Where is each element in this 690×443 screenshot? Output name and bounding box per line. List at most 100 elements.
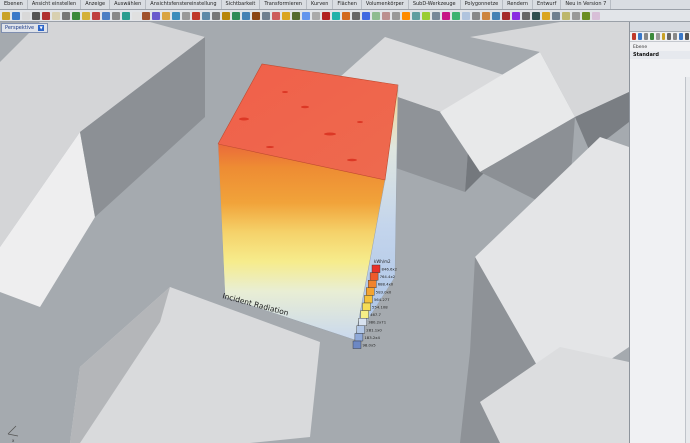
layer-tool-icon[interactable] bbox=[637, 33, 642, 40]
toolbar-tool-icon[interactable] bbox=[72, 11, 80, 20]
toolbar-tool-icon[interactable] bbox=[262, 11, 270, 20]
ribbon-tab[interactable]: Entwurf bbox=[533, 0, 562, 9]
ribbon-tab[interactable]: SubD-Werkzeuge bbox=[409, 0, 461, 9]
toolbar-tool-icon[interactable] bbox=[32, 11, 40, 20]
toolbar-tool-icon[interactable] bbox=[402, 11, 410, 20]
toolbar-tool-icon[interactable] bbox=[332, 11, 340, 20]
toolbar-tool-icon[interactable] bbox=[172, 11, 180, 20]
toolbar-tool-icon[interactable] bbox=[212, 11, 220, 20]
ribbon-tab[interactable]: Rendern bbox=[503, 0, 534, 9]
toolbar-tool-icon[interactable] bbox=[582, 11, 590, 20]
toolbar-tool-icon[interactable] bbox=[52, 11, 60, 20]
toolbar-tool-icon[interactable] bbox=[432, 11, 440, 20]
layer-tool-icon[interactable] bbox=[685, 33, 690, 40]
toolbar-tool-icon[interactable] bbox=[572, 11, 580, 20]
ribbon-tab[interactable]: Anzeige bbox=[81, 0, 111, 9]
toolbar-tool-icon[interactable] bbox=[252, 11, 260, 20]
toolbar-tool-icon[interactable] bbox=[292, 11, 300, 20]
ribbon-tab[interactable]: Neu in Version 7 bbox=[561, 0, 612, 9]
layer-column-label: Ebene bbox=[633, 45, 648, 50]
toolbar-tool-icon[interactable] bbox=[302, 11, 310, 20]
legend-swatch bbox=[364, 295, 373, 304]
layer-tool-icon[interactable] bbox=[649, 33, 654, 40]
toolbar-tool-icon[interactable] bbox=[492, 11, 500, 20]
toolbar-tool-icon[interactable] bbox=[272, 11, 280, 20]
toolbar-tool-icon[interactable] bbox=[372, 11, 380, 20]
ribbon-tab[interactable]: Ansicht einstellen bbox=[28, 0, 82, 9]
toolbar-tool-icon[interactable] bbox=[502, 11, 510, 20]
viewport-scene[interactable]: Incident Radiation kWh/m2846.6x2764.4x26… bbox=[0, 22, 629, 443]
layer-row-standard[interactable]: Standard bbox=[630, 51, 690, 59]
toolbar-tool-icon[interactable] bbox=[12, 11, 20, 20]
toolbar-tool-icon[interactable] bbox=[2, 11, 10, 20]
toolbar-tool-icon[interactable] bbox=[422, 11, 430, 20]
legend-unit: kWh/m2 bbox=[374, 259, 391, 264]
toolbar-tool-icon[interactable] bbox=[412, 11, 420, 20]
layer-tool-icon[interactable] bbox=[673, 33, 678, 40]
toolbar-tool-icon[interactable] bbox=[62, 11, 70, 20]
toolbar-tool-icon[interactable] bbox=[142, 11, 150, 20]
layer-tool-icon[interactable] bbox=[643, 33, 648, 40]
layer-tool-icon[interactable] bbox=[661, 33, 666, 40]
toolbar-tool-icon[interactable] bbox=[532, 11, 540, 20]
layer-tool-icon[interactable] bbox=[679, 33, 684, 40]
toolbar-tool-icon[interactable] bbox=[202, 11, 210, 20]
toolbar-tool-icon[interactable] bbox=[542, 11, 550, 20]
chevron-down-icon[interactable]: ▼ bbox=[38, 25, 45, 31]
toolbar-tool-icon[interactable] bbox=[382, 11, 390, 20]
toolbar-tool-icon[interactable] bbox=[342, 11, 350, 20]
viewport-title[interactable]: Perspektive ▼ bbox=[1, 23, 49, 33]
ribbon-tab[interactable]: Volumenkörper bbox=[362, 0, 409, 9]
legend-swatch bbox=[356, 325, 365, 334]
toolbar-tool-icon[interactable] bbox=[132, 11, 140, 20]
toolbar-tool-icon[interactable] bbox=[552, 11, 560, 20]
toolbar-tool-icon[interactable] bbox=[362, 11, 370, 20]
ribbon-tab[interactable]: Polygonnetze bbox=[461, 0, 504, 9]
toolbar-tool-icon[interactable] bbox=[472, 11, 480, 20]
ribbon-tab[interactable]: Kurven bbox=[307, 0, 334, 9]
layers-panel: Ebene Standard bbox=[629, 22, 690, 443]
ribbon-tab[interactable]: Flächen bbox=[333, 0, 362, 9]
toolbar-tool-icon[interactable] bbox=[522, 11, 530, 20]
toolbar-tool-icon[interactable] bbox=[162, 11, 170, 20]
toolbar-tool-icon[interactable] bbox=[192, 11, 200, 20]
toolbar-tool-icon[interactable] bbox=[312, 11, 320, 20]
ribbon-tab[interactable]: Auswählen bbox=[110, 0, 147, 9]
layer-tool-icon[interactable] bbox=[632, 33, 636, 40]
toolbar-tool-icon[interactable] bbox=[152, 11, 160, 20]
toolbar-tool-icon[interactable] bbox=[242, 11, 250, 20]
toolbar-tool-icon[interactable] bbox=[462, 11, 470, 20]
ribbon-tab[interactable]: Ansichtsfenstereinstellung bbox=[146, 0, 222, 9]
toolbar-tool-icon[interactable] bbox=[282, 11, 290, 20]
layer-tool-icon[interactable] bbox=[667, 33, 672, 40]
toolbar-tool-icon[interactable] bbox=[442, 11, 450, 20]
ribbon-tab[interactable]: Ebenen bbox=[0, 0, 28, 9]
toolbar-tool-icon[interactable] bbox=[122, 11, 130, 20]
legend-swatch bbox=[362, 302, 371, 311]
legend-value: 554.108 bbox=[372, 305, 388, 310]
toolbar-tool-icon[interactable] bbox=[102, 11, 110, 20]
toolbar-tool-icon[interactable] bbox=[482, 11, 490, 20]
ribbon-tab[interactable]: Transformieren bbox=[260, 0, 307, 9]
toolbar-tool-icon[interactable] bbox=[392, 11, 400, 20]
legend-swatch bbox=[366, 287, 375, 296]
ribbon-tab[interactable]: Sichtbarkeit bbox=[222, 0, 261, 9]
toolbar-tool-icon[interactable] bbox=[592, 11, 600, 20]
layer-tool-icon[interactable] bbox=[655, 33, 660, 40]
viewport-perspective[interactable]: Incident Radiation kWh/m2 846.6x2 764.4x2 6… bbox=[0, 22, 629, 443]
toolbar-tool-icon[interactable] bbox=[452, 11, 460, 20]
toolbar-tool-icon[interactable] bbox=[352, 11, 360, 20]
toolbar-tool-icon[interactable] bbox=[22, 11, 30, 20]
toolbar-tool-icon[interactable] bbox=[182, 11, 190, 20]
legend-value: 467.7 bbox=[370, 312, 381, 317]
toolbar-tool-icon[interactable] bbox=[222, 11, 230, 20]
toolbar-tool-icon[interactable] bbox=[562, 11, 570, 20]
toolbar-tool-icon[interactable] bbox=[42, 11, 50, 20]
toolbar-tool-icon[interactable] bbox=[112, 11, 120, 20]
toolbar-tool-icon[interactable] bbox=[232, 11, 240, 20]
toolbar-tool-icon[interactable] bbox=[322, 11, 330, 20]
toolbar-tool-icon[interactable] bbox=[82, 11, 90, 20]
toolbar-tool-icon[interactable] bbox=[512, 11, 520, 20]
toolbar-tool-icon[interactable] bbox=[92, 11, 100, 20]
layers-panel-scrollbar[interactable] bbox=[685, 77, 690, 443]
